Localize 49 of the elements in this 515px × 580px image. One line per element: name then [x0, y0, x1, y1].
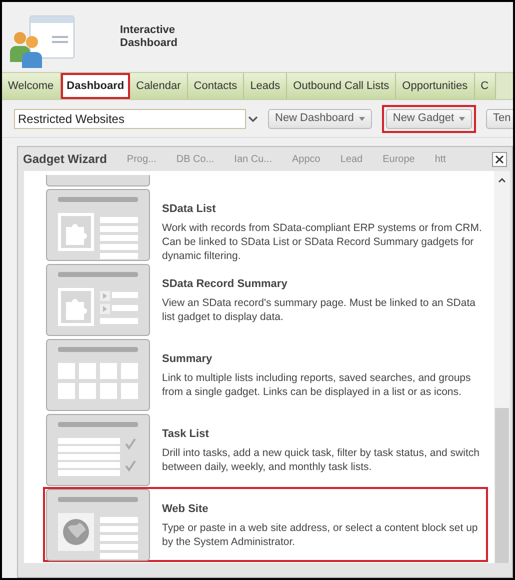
- gadget-description: Drill into tasks, add a new quick task, filter by task status, and switch between daily, weekly, and monthly task lists.: [162, 446, 480, 474]
- gadget-title: Task List: [162, 427, 210, 442]
- gadget-option[interactable]: SData List Work with records from SData-compliant ERP systems or from CRM. Can be linked to SData List or SData Record Summary gadgets for dynamic filtering.: [46, 187, 494, 262]
- gadget-description: View an SData record's summary page. Must be linked to an SData list gadget to display data.: [162, 296, 476, 324]
- caret-icon: [459, 116, 466, 120]
- gadget-title: SData Record Summary: [162, 277, 288, 292]
- close-icon: [495, 154, 504, 164]
- background-column-heading: htt: [434, 152, 446, 166]
- gadget-option[interactable]: Summary Link to multiple lists including reports, saved searches, and groups from a single gadget. Links can be displayed in a list or as icons.: [46, 337, 494, 412]
- nav-tab[interactable]: Opportunities: [396, 73, 475, 99]
- scrollbar[interactable]: [494, 171, 510, 563]
- gadget-thumbnail-icon: [46, 414, 150, 486]
- gadget-description: Work with records from SData-compliant ERP systems or from CRM. Can be linked to SData List or SData Record Summary gadgets for dynamic filtering.: [162, 220, 483, 262]
- toolbar-button[interactable]: New Gadget: [386, 108, 472, 128]
- gadget-title: Summary: [162, 352, 214, 367]
- caret-icon: [358, 116, 365, 120]
- nav-tab[interactable]: C: [474, 73, 496, 99]
- gadget-thumbnail-icon: [46, 175, 150, 187]
- nav-tab[interactable]: Leads: [244, 73, 288, 99]
- gadget-title: Web Site: [162, 502, 210, 517]
- dropdown-caret-icon[interactable]: [248, 114, 258, 122]
- nav-tab[interactable]: Outbound Call Lists: [287, 73, 396, 99]
- gadget-option[interactable]: Web Site Type or paste in a web site address, or select a content block set up by the System Administrator.: [43, 487, 488, 562]
- background-column-heading: Lead: [340, 152, 363, 166]
- nav-tab[interactable]: Contacts: [188, 73, 244, 99]
- gadget-title: SData List: [162, 202, 217, 217]
- dashboard-select[interactable]: Restricted Websites: [14, 108, 246, 128]
- nav-tab[interactable]: Welcome: [2, 73, 61, 99]
- background-column-heading: Europe: [382, 152, 415, 166]
- gadget-option[interactable]: SData Record Summary View an SData record's summary page. Must be linked to an SData list gadget to display data.: [46, 262, 494, 337]
- gadget-thumbnail-icon: [46, 189, 150, 261]
- dialog-title: Gadget Wizard: [23, 151, 107, 168]
- gadget-thumbnail-icon: [46, 264, 150, 336]
- background-column-heading: Prog...: [126, 152, 156, 166]
- toolbar-button[interactable]: Ten: [486, 108, 513, 128]
- gadget-option[interactable]: Task List Drill into tasks, add a new quick task, filter by task status, and switch between daily, weekly, and monthly task lists.: [46, 412, 494, 487]
- scroll-up-icon[interactable]: [498, 177, 506, 183]
- background-column-heading: DB Co...: [176, 152, 214, 166]
- gadget-description: Type or paste in a web site address, or select a content block set up by the System Administrator.: [162, 520, 479, 548]
- toolbar-button[interactable]: New Dashboard: [268, 108, 372, 128]
- background-column-heading: Ian Cu...: [234, 152, 272, 166]
- gadget-description: Link to multiple lists including reports, saved searches, and groups from a single gadget. Links can be displayed in a list or as icons.: [162, 370, 472, 398]
- gadget-thumbnail-icon: [46, 339, 150, 411]
- background-column-heading: Appco: [292, 152, 320, 166]
- app-title: Interactive Dashboard: [120, 24, 178, 50]
- nav-tab[interactable]: Calendar: [130, 73, 188, 99]
- scrollbar-thumb[interactable]: [495, 408, 509, 563]
- close-button[interactable]: [492, 152, 507, 166]
- nav-tab[interactable]: Dashboard: [60, 73, 130, 99]
